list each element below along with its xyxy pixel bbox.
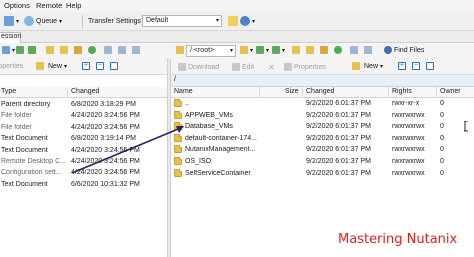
arrow-line: [71, 126, 184, 174]
annotation-arrow: [71, 126, 184, 174]
watermark-text: Mastering Nutanix: [338, 232, 458, 247]
mouse-cursor-icon: [464, 121, 468, 132]
